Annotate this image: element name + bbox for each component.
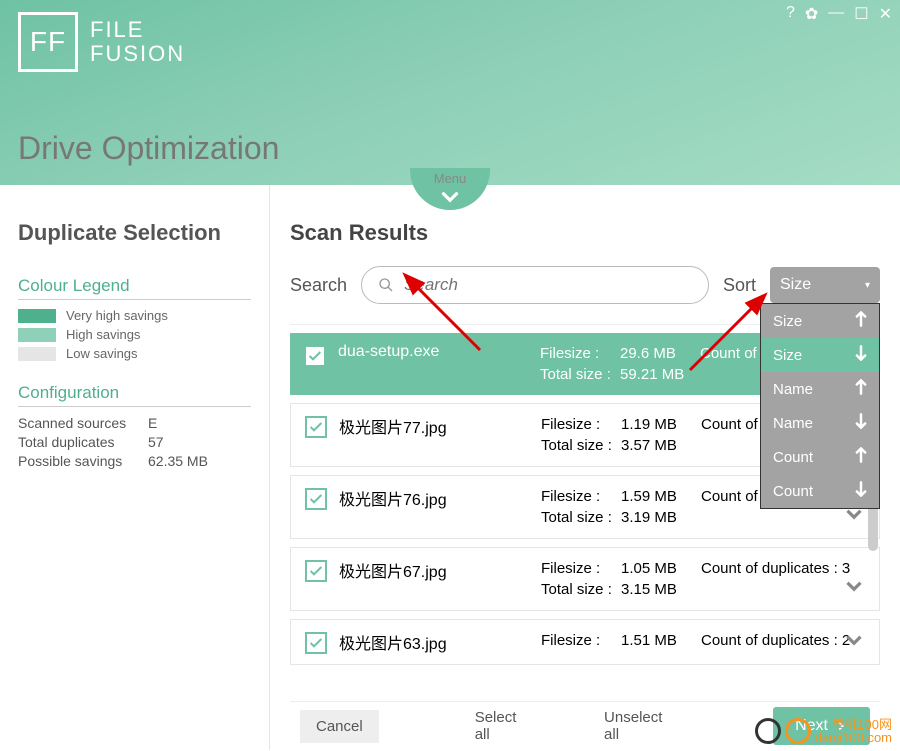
chevron-down-icon	[436, 184, 464, 210]
logo-box: FF	[18, 12, 78, 72]
legend-label: High savings	[66, 327, 140, 342]
cancel-button[interactable]: Cancel	[300, 710, 379, 743]
result-row[interactable]: 极光图片67.jpg Filesize :1.05 MBCount of dup…	[290, 547, 880, 611]
watermark-text: 单机100网 danji100.com	[815, 718, 892, 744]
file-name: 极光图片67.jpg	[339, 558, 529, 582]
content: Scan Results Search Sort Size ▾ SizeSize…	[270, 185, 900, 750]
main: Duplicate Selection Colour Legend Very h…	[0, 185, 900, 750]
page-title: Drive Optimization	[18, 130, 279, 167]
arrow-up-icon	[851, 445, 871, 469]
legend-swatch	[18, 347, 56, 361]
sort-option[interactable]: Name	[761, 406, 879, 440]
legend-row: Very high savings	[18, 308, 251, 323]
unselect-all-button[interactable]: Unselect all	[588, 701, 693, 751]
legend-row: High savings	[18, 327, 251, 342]
row-checkbox[interactable]	[305, 632, 327, 654]
sort-option-label: Count	[773, 449, 813, 466]
config-key: Scanned sources	[18, 415, 148, 431]
sort-option-label: Name	[773, 415, 813, 432]
file-name: 极光图片63.jpg	[339, 630, 529, 654]
sort-option-label: Count	[773, 483, 813, 500]
file-name: dua-setup.exe	[338, 343, 528, 361]
sort-dropdown: Size Size Name Name Count Count	[760, 303, 880, 509]
logo-text: FILE FUSION	[90, 18, 185, 66]
legend-label: Very high savings	[66, 308, 168, 323]
search-label: Search	[290, 275, 347, 296]
file-name: 极光图片77.jpg	[339, 414, 529, 438]
close-icon[interactable]: ✕	[879, 4, 892, 24]
maximize-icon[interactable]: ☐	[854, 4, 868, 24]
sort-option[interactable]: Count	[761, 440, 879, 474]
help-icon[interactable]: ?	[786, 4, 795, 24]
file-stats: Filesize :1.51 MBCount of duplicates : 2	[541, 630, 865, 651]
config-row: Total duplicates57	[18, 434, 251, 450]
window-controls: ? ✿ — ☐ ✕	[786, 4, 892, 24]
legend-row: Low savings	[18, 346, 251, 361]
arrow-down-icon	[851, 479, 871, 503]
search-box[interactable]	[361, 266, 709, 304]
header: FF FILE FUSION ? ✿ — ☐ ✕ Drive Optimizat…	[0, 0, 900, 185]
arrow-up-icon	[851, 377, 871, 401]
config-row: Scanned sourcesE	[18, 415, 251, 431]
config-title: Configuration	[18, 383, 251, 407]
watermark-icon	[785, 718, 811, 744]
app-name-2: FUSION	[90, 42, 185, 66]
sort-option[interactable]: Count	[761, 474, 879, 508]
legend-label: Low savings	[66, 346, 138, 361]
search-icon	[378, 277, 394, 293]
sort-selected: Size	[780, 276, 811, 294]
app-name-1: FILE	[90, 18, 185, 42]
sort-button[interactable]: Size ▾ SizeSizeNameNameCountCount	[770, 267, 880, 303]
arrow-down-icon	[851, 411, 871, 435]
legend-swatch	[18, 328, 56, 342]
minimize-icon[interactable]: —	[828, 4, 844, 24]
legend-swatch	[18, 309, 56, 323]
sort-option[interactable]: Name	[761, 372, 879, 406]
select-all-button[interactable]: Select all	[459, 701, 548, 751]
dropdown-icon: ▾	[865, 280, 870, 291]
expand-button[interactable]	[841, 627, 867, 658]
arrow-up-icon	[851, 309, 871, 333]
config-row: Possible savings62.35 MB	[18, 453, 251, 469]
config-value: 62.35 MB	[148, 453, 208, 469]
logo: FF FILE FUSION	[0, 0, 900, 84]
row-checkbox[interactable]	[305, 560, 327, 582]
legend-title: Colour Legend	[18, 276, 251, 300]
sort-option-label: Name	[773, 381, 813, 398]
watermark-icon	[755, 718, 781, 744]
search-row: Search Sort Size ▾ SizeSizeNameNameCount…	[290, 266, 880, 304]
config-value: E	[148, 415, 157, 431]
arrow-down-icon	[851, 343, 871, 367]
config-value: 57	[148, 434, 164, 450]
row-checkbox[interactable]	[304, 345, 326, 367]
expand-button[interactable]	[841, 573, 867, 604]
search-input[interactable]	[404, 275, 692, 295]
config-key: Total duplicates	[18, 434, 148, 450]
sidebar: Duplicate Selection Colour Legend Very h…	[0, 185, 270, 750]
sort-label: Sort	[723, 275, 756, 296]
watermark: 单机100网 danji100.com	[755, 718, 892, 744]
sidebar-title: Duplicate Selection	[18, 220, 251, 246]
config-key: Possible savings	[18, 453, 148, 469]
sort-option[interactable]: Size	[761, 338, 879, 372]
sort-option-label: Size	[773, 347, 802, 364]
row-checkbox[interactable]	[305, 416, 327, 438]
sort-option[interactable]: Size	[761, 304, 879, 338]
results-title: Scan Results	[290, 220, 880, 246]
row-checkbox[interactable]	[305, 488, 327, 510]
result-row[interactable]: 极光图片63.jpg Filesize :1.51 MBCount of dup…	[290, 619, 880, 665]
gear-icon[interactable]: ✿	[805, 4, 818, 24]
file-name: 极光图片76.jpg	[339, 486, 529, 510]
sort-option-label: Size	[773, 313, 802, 330]
file-stats: Filesize :1.05 MBCount of duplicates : 3…	[541, 558, 865, 600]
